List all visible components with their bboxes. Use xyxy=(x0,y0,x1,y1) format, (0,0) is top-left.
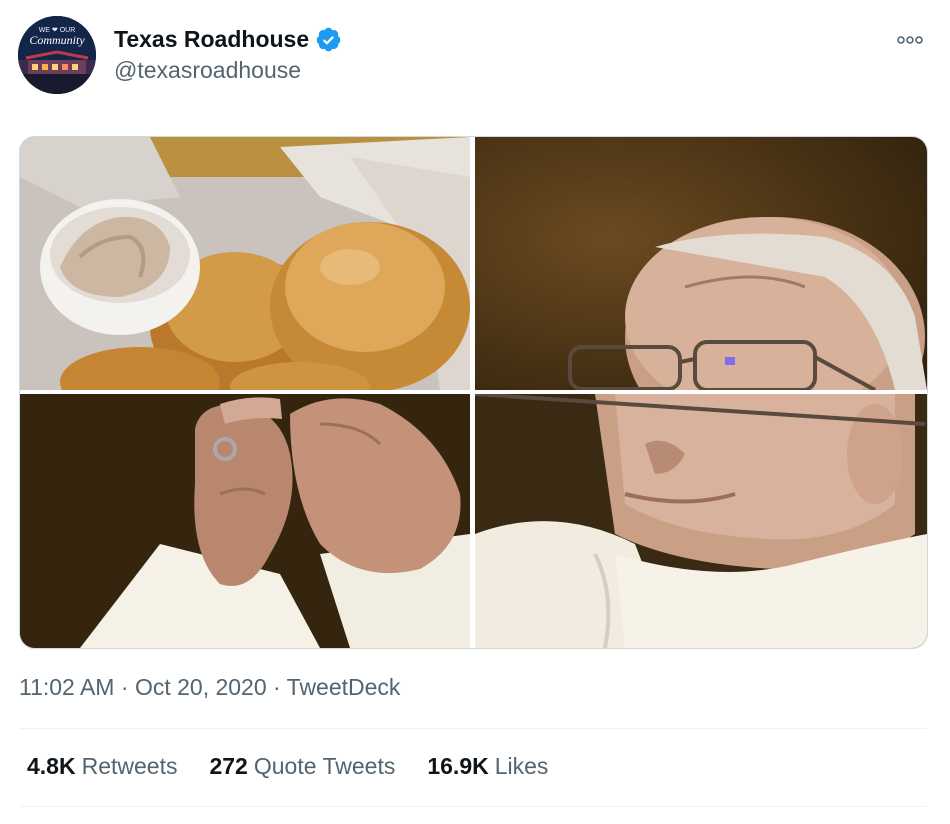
photo-pope-lower[interactable] xyxy=(475,394,927,648)
photo-bread-rolls[interactable] xyxy=(20,137,470,390)
avatar[interactable]: WE ❤ OUR Community xyxy=(18,16,96,94)
avatar-image: WE ❤ OUR Community xyxy=(18,16,96,94)
quotes-count: 272 xyxy=(209,753,248,779)
author-display-name[interactable]: Texas Roadhouse xyxy=(114,26,309,53)
verified-badge-icon xyxy=(315,26,342,53)
likes-count: 16.9K xyxy=(427,753,489,779)
retweets-label: Retweets xyxy=(81,753,178,779)
more-options-icon[interactable] xyxy=(894,30,926,50)
avatar-caption: Community xyxy=(29,33,85,47)
tweet-date[interactable]: Oct 20, 2020 xyxy=(135,674,267,700)
author-name-row: Texas Roadhouse xyxy=(114,26,342,53)
quotes-label: Quote Tweets xyxy=(253,753,396,779)
tweet-source[interactable]: TweetDeck xyxy=(287,674,401,700)
retweets-stat[interactable]: 4.8K Retweets xyxy=(27,753,177,780)
retweets-count: 4.8K xyxy=(27,753,76,779)
meta-separator: · xyxy=(120,674,135,700)
divider xyxy=(19,806,926,807)
divider xyxy=(19,728,926,729)
meta-separator: · xyxy=(273,674,287,700)
author-handle[interactable]: @texasroadhouse xyxy=(114,57,301,84)
tweet-stats: 4.8K Retweets 272 Quote Tweets 16.9K Likes xyxy=(27,753,580,780)
likes-stat[interactable]: 16.9K Likes xyxy=(427,753,548,780)
quote-tweets-stat[interactable]: 272 Quote Tweets xyxy=(209,753,395,780)
media-grid xyxy=(19,136,928,649)
tweet-meta: 11:02 AM · Oct 20, 2020 · TweetDeck xyxy=(19,674,400,701)
photo-hands-host[interactable] xyxy=(20,394,470,648)
tweet: WE ❤ OUR Community Texas Roadhouse @texa… xyxy=(0,0,950,824)
photo-pope-upper[interactable] xyxy=(475,137,927,390)
likes-label: Likes xyxy=(494,753,549,779)
tweet-time[interactable]: 11:02 AM xyxy=(19,674,114,700)
